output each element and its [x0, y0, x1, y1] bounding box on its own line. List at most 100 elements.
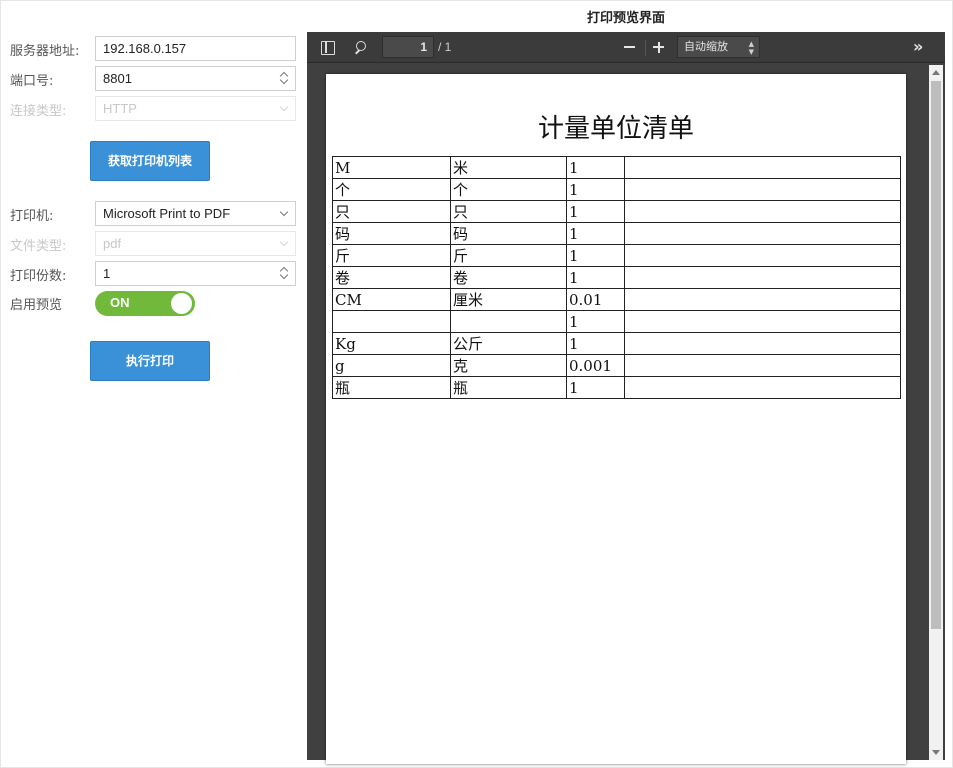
- port-input[interactable]: 8801: [95, 66, 296, 91]
- pdf-viewer: 1 / 1 自动缩放 ▲ ▼ » 计量单位清单 M米1个个1只只1码码1斤斤1卷卷…: [307, 32, 945, 764]
- table-cell: 码: [332, 222, 451, 245]
- table-row: 只只1: [332, 200, 901, 223]
- table-cell: [624, 244, 901, 267]
- table-cell: 1: [566, 310, 625, 333]
- table-cell: 1: [566, 156, 625, 179]
- printer-value: Microsoft Print to PDF: [103, 206, 231, 221]
- search-icon[interactable]: [351, 38, 371, 58]
- page-number-input[interactable]: 1: [382, 36, 434, 58]
- table-cell: [450, 310, 567, 333]
- table-row: g 克 0.001: [332, 354, 901, 377]
- table-cell: [624, 332, 901, 355]
- table-cell: Kg: [332, 332, 451, 355]
- table-row: 1: [332, 310, 901, 333]
- chevron-down-icon: [279, 207, 289, 217]
- server-address-value: 192.168.0.157: [103, 41, 187, 56]
- toggle-knob: [171, 293, 192, 314]
- spinner-icon[interactable]: [280, 265, 289, 282]
- table-row: 个个1: [332, 178, 901, 201]
- table-row: 卷卷1: [332, 266, 901, 289]
- spinner-icon[interactable]: [280, 70, 289, 87]
- toggle-state-label: ON: [110, 295, 130, 310]
- connection-type-select: HTTP: [95, 96, 296, 121]
- enable-preview-toggle[interactable]: ON: [95, 291, 195, 316]
- table-cell: 0.01: [566, 288, 625, 311]
- preview-title: 打印预览界面: [586, 11, 665, 26]
- connection-type-value: HTTP: [103, 101, 137, 116]
- chevron-down-icon: [279, 237, 289, 247]
- table-cell: [624, 310, 901, 333]
- table-cell: 斤: [450, 244, 567, 267]
- table-cell: 厘米: [450, 288, 567, 311]
- table-cell: M: [332, 156, 451, 179]
- chevron-down-icon: [279, 102, 289, 112]
- table-cell: 米: [450, 156, 567, 179]
- zoom-out-icon[interactable]: [620, 36, 640, 58]
- table-cell: [624, 266, 901, 289]
- more-tools-icon[interactable]: »: [913, 37, 935, 57]
- table-row: 码码1: [332, 222, 901, 245]
- table-cell: 1: [566, 244, 625, 267]
- table-row: Kg 公斤 1: [332, 332, 901, 355]
- table-row: CM 厘米 0.01: [332, 288, 901, 311]
- enable-preview-label: 启用预览: [10, 298, 63, 313]
- table-cell: [624, 178, 901, 201]
- file-type-label: 文件类型:: [10, 239, 67, 254]
- printer-label: 打印机:: [10, 209, 54, 224]
- table-cell: 克: [450, 354, 567, 377]
- table-cell: 1: [566, 376, 625, 399]
- server-address-input[interactable]: 192.168.0.157: [95, 36, 296, 61]
- table-cell: 瓶: [450, 376, 567, 399]
- table-cell: 1: [566, 200, 625, 223]
- table-cell: g: [332, 354, 451, 377]
- sidebar-toggle-icon[interactable]: [318, 38, 338, 58]
- table-row: M米1: [332, 156, 901, 179]
- zoom-select[interactable]: 自动缩放 ▲ ▼: [677, 36, 760, 58]
- print-button[interactable]: 执行打印: [90, 341, 210, 381]
- port-value: 8801: [103, 71, 132, 86]
- table-cell: 1: [566, 266, 625, 289]
- table-cell: 1: [566, 332, 625, 355]
- table-cell: 只: [450, 200, 567, 223]
- document-title: 计量单位清单: [537, 114, 694, 144]
- toolbar-divider: [645, 40, 646, 56]
- table-row: 斤斤1: [332, 244, 901, 267]
- vertical-scrollbar[interactable]: [929, 65, 943, 760]
- viewer-toolbar: 1 / 1 自动缩放 ▲ ▼ »: [307, 32, 945, 63]
- table-cell: 码: [450, 222, 567, 245]
- zoom-select-value: 自动缩放: [684, 40, 728, 53]
- copies-input[interactable]: 1: [95, 261, 296, 286]
- table-cell: 个: [332, 178, 451, 201]
- table-cell: [624, 156, 901, 179]
- zoom-in-icon[interactable]: [649, 36, 669, 58]
- connection-type-label: 连接类型:: [10, 104, 67, 119]
- table-row: 瓶瓶1: [332, 376, 901, 399]
- table-cell: 0.001: [566, 354, 625, 377]
- unit-table: M 米 1 个个 1 只只 1 码码 1 斤斤 1 卷卷 1 CM 厘米 0.01 1 Kg 公斤 1 g 克 0.001 瓶…: [332, 156, 901, 399]
- scrollbar-thumb[interactable]: [931, 81, 941, 629]
- printer-select[interactable]: Microsoft Print to PDF: [95, 201, 296, 226]
- table-cell: 瓶: [332, 376, 451, 399]
- document-page: 计量单位清单 M 米 1 个个 1 只只 1 码码 1 斤斤 1 卷卷 1 CM 厘米 0.01 1 Kg 公斤 1 g…: [326, 74, 906, 764]
- table-cell: [624, 354, 901, 377]
- table-cell: [624, 200, 901, 223]
- table-cell: [624, 288, 901, 311]
- table-cell: 卷: [332, 266, 451, 289]
- table-cell: CM: [332, 288, 451, 311]
- table-cell: 卷: [450, 266, 567, 289]
- table-cell: 公斤: [450, 332, 567, 355]
- select-arrows-icon: ▲ ▼: [748, 40, 754, 56]
- table-cell: [624, 222, 901, 245]
- copies-label: 打印份数:: [10, 269, 67, 284]
- file-type-value: pdf: [103, 236, 122, 251]
- port-label: 端口号:: [10, 74, 54, 89]
- table-cell: [624, 376, 901, 399]
- table-cell: 个: [450, 178, 567, 201]
- get-printers-button[interactable]: 获取打印机列表: [90, 141, 210, 181]
- server-address-label: 服务器地址:: [10, 44, 80, 59]
- table-cell: [332, 310, 451, 333]
- scroll-up-icon[interactable]: [932, 70, 940, 75]
- file-type-select: pdf: [95, 231, 296, 256]
- scroll-down-icon[interactable]: [932, 750, 940, 755]
- table-cell: 1: [566, 178, 625, 201]
